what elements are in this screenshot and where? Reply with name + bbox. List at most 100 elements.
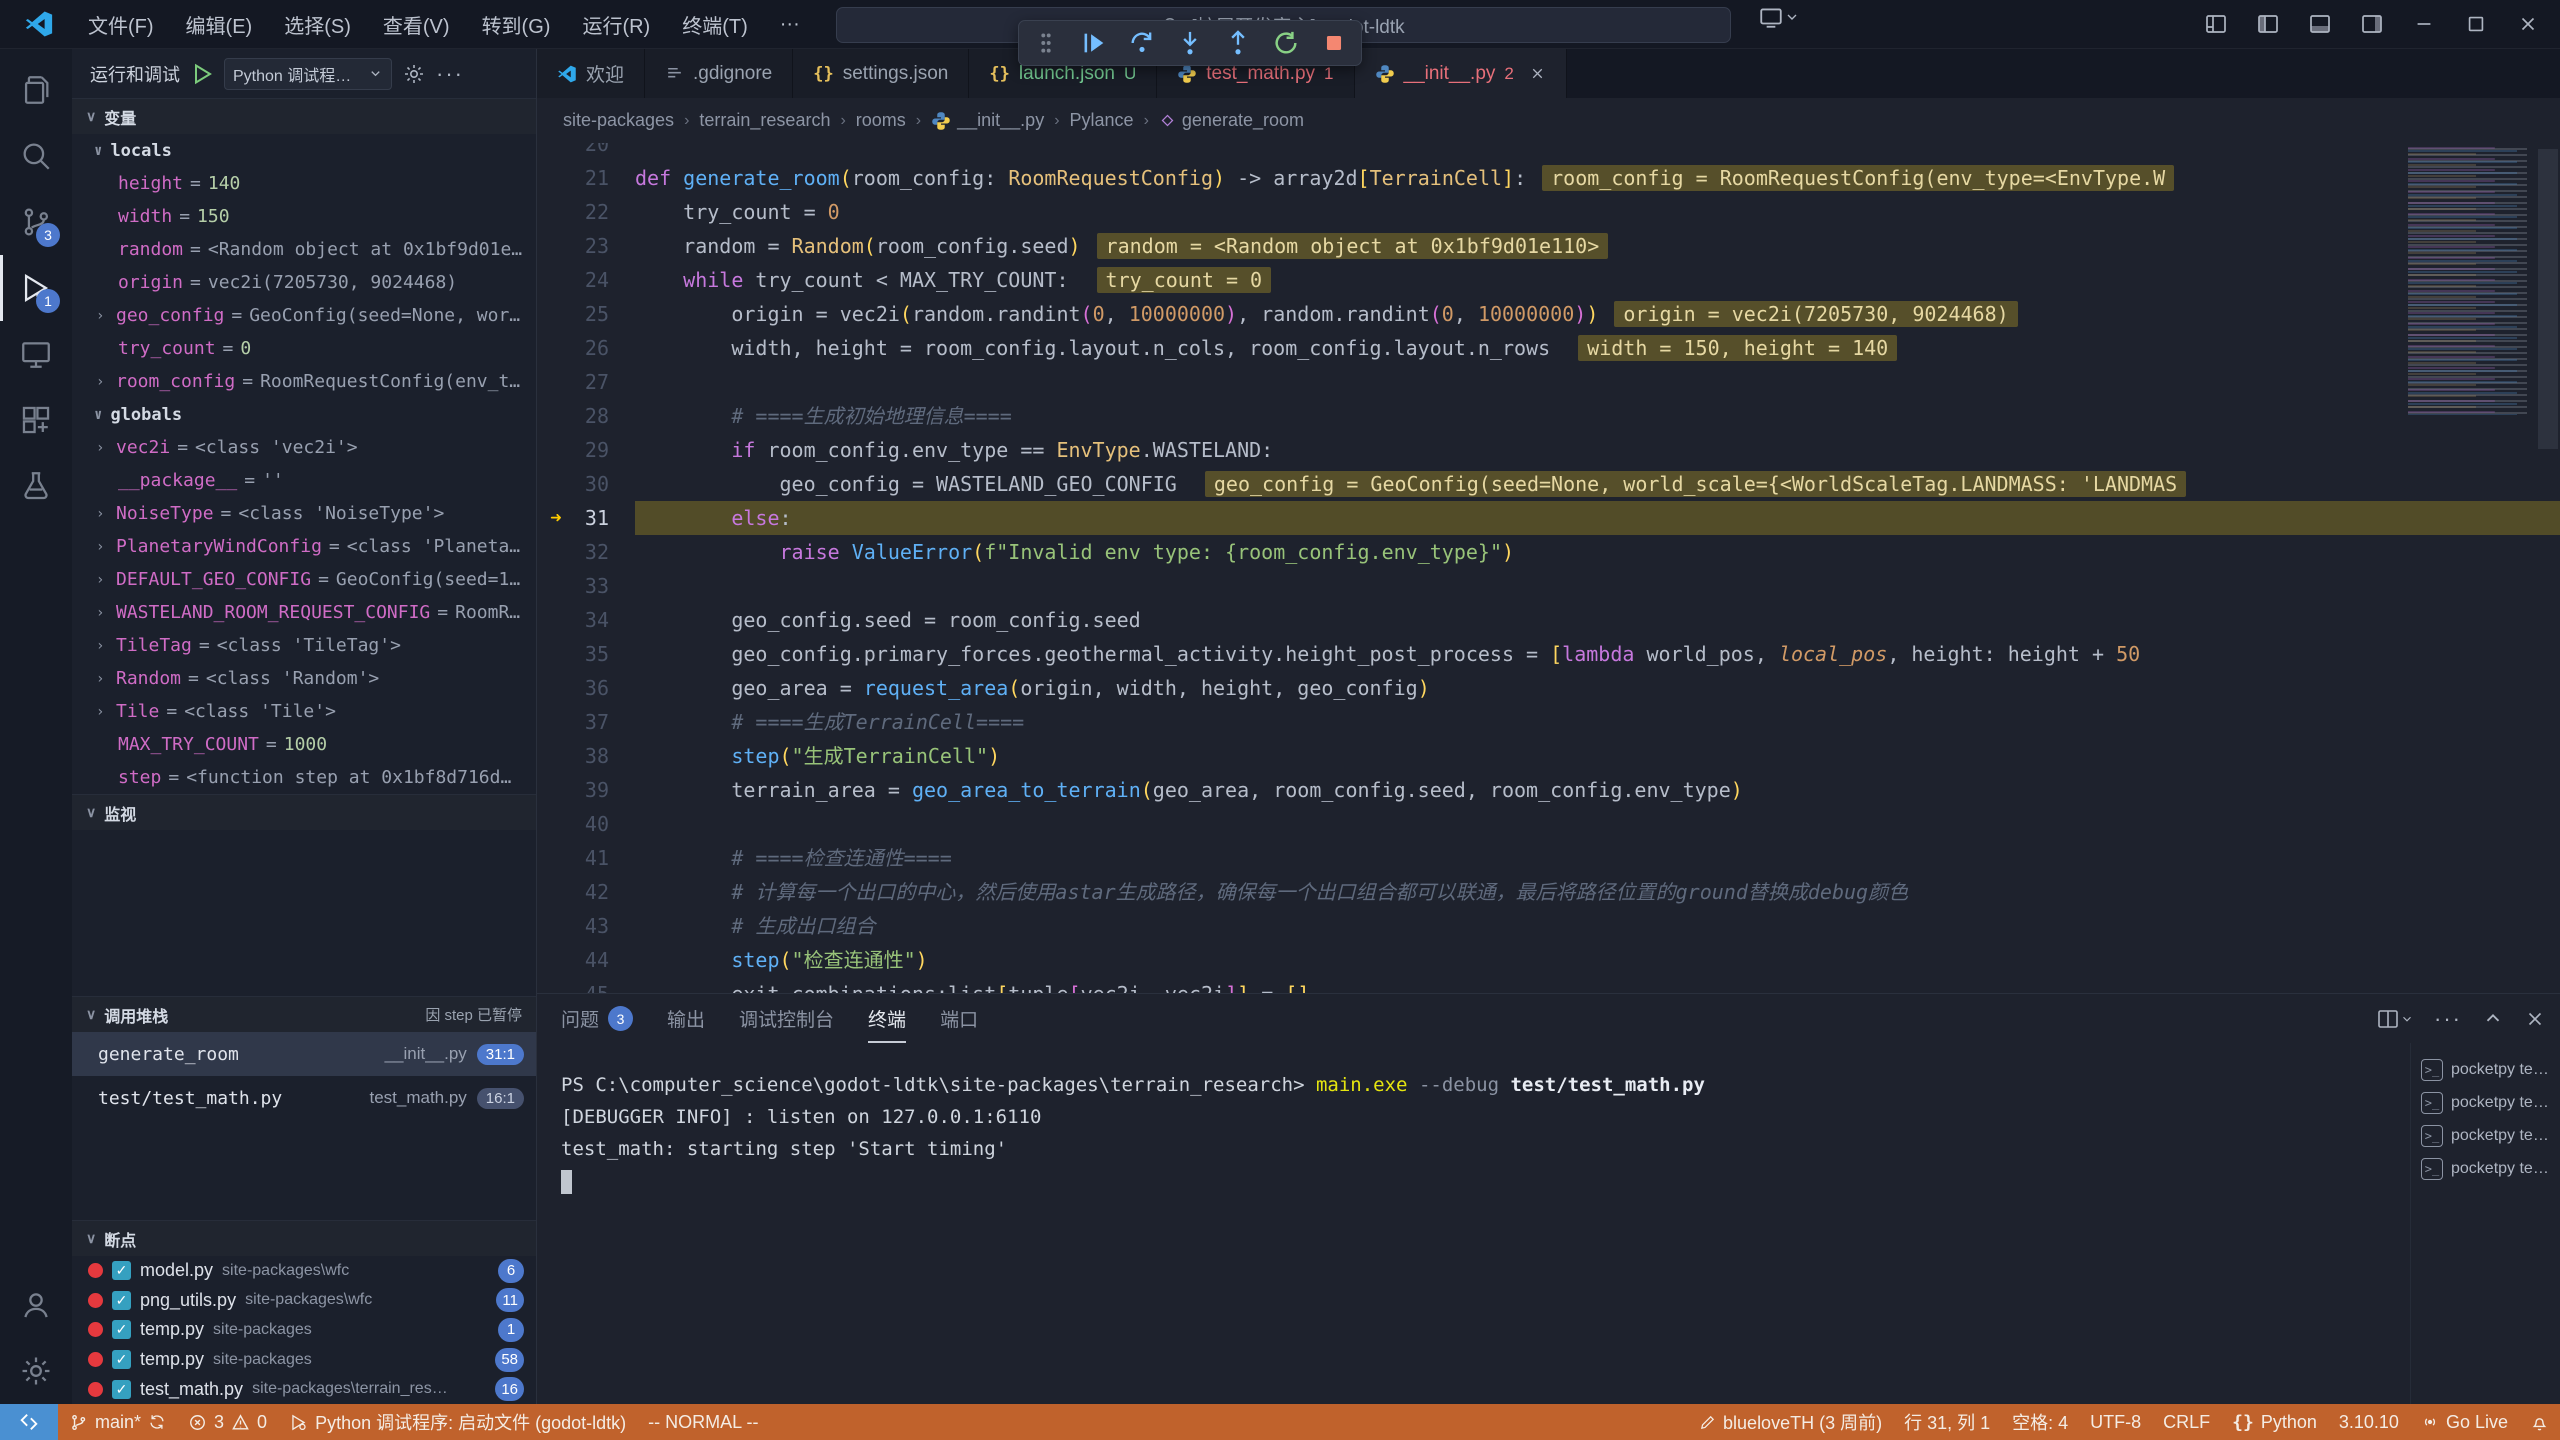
breakpoint-row[interactable]: ✓model.pysite-packages\wfc6 xyxy=(72,1256,536,1286)
variable-row[interactable]: __package__='' xyxy=(72,464,536,497)
debug-settings-gear-icon[interactable] xyxy=(402,62,426,86)
code-line[interactable]: 28 # ====生成初始地理信息==== xyxy=(537,399,2560,433)
panel-maximize-icon[interactable] xyxy=(2482,1008,2504,1030)
panel-close-icon[interactable] xyxy=(2524,1008,2546,1030)
code-line[interactable]: 32 raise ValueError(f"Invalid env type: … xyxy=(537,535,2560,569)
variable-row[interactable]: ›NoiseType=<class 'NoiseType'> xyxy=(72,497,536,530)
menu-item[interactable]: ··· xyxy=(766,7,814,42)
debug-step-into-button[interactable] xyxy=(1173,26,1207,60)
stack-frame[interactable]: test/test_math.pytest_math.py16:1 xyxy=(72,1076,536,1120)
gitlens-author[interactable]: blueloveTH (3 周前) xyxy=(1688,1404,1893,1440)
scrollbar-thumb[interactable] xyxy=(2538,149,2558,449)
go-live-button[interactable]: Go Live xyxy=(2410,1404,2519,1440)
python-version[interactable]: 3.10.10 xyxy=(2328,1404,2410,1440)
tab-settings-json[interactable]: {}settings.json xyxy=(793,49,969,98)
variable-row[interactable]: ›WASTELAND_ROOM_REQUEST_CONFIG=RoomR… xyxy=(72,596,536,629)
activitybar-remote-explorer[interactable] xyxy=(0,321,72,387)
variable-row[interactable]: ›Tile=<class 'Tile'> xyxy=(72,695,536,728)
terminal-output[interactable]: PS C:\computer_science\godot-ldtk\site-p… xyxy=(537,1043,2410,1404)
variable-row[interactable]: ›DEFAULT_GEO_CONFIG=GeoConfig(seed=1… xyxy=(72,563,536,596)
activitybar-testing[interactable] xyxy=(0,453,72,519)
menu-item[interactable]: 运行(R) xyxy=(568,4,664,45)
activitybar-source-control[interactable]: 3 xyxy=(0,189,72,255)
breadcrumb-item[interactable]: generate_room xyxy=(1159,110,1304,131)
debug-status[interactable]: Python 调试程序: 启动文件 (godot-ldtk) xyxy=(278,1404,637,1440)
tab---[interactable]: 欢迎 xyxy=(537,49,645,98)
breadcrumb-item[interactable]: terrain_research xyxy=(699,110,830,131)
tab---init---py[interactable]: __init__.py2 xyxy=(1355,49,1567,98)
code-line[interactable]: ➜31 else: xyxy=(537,501,2560,535)
code-line[interactable]: 41 # ====检查连通性==== xyxy=(537,841,2560,875)
code-line[interactable]: 20 xyxy=(537,143,2560,161)
indentation-status[interactable]: 空格: 4 xyxy=(2001,1404,2079,1440)
terminal-split-button[interactable] xyxy=(2376,1007,2414,1031)
screencast-button[interactable] xyxy=(1758,4,1800,30)
activitybar-explorer[interactable] xyxy=(0,57,72,123)
activitybar-extensions[interactable] xyxy=(0,387,72,453)
panel-tab-问题[interactable]: 问题3 xyxy=(561,994,633,1043)
code-line[interactable]: 42 # 计算每一个出口的中心，然后使用astar生成路径，确保每一个出口组合都… xyxy=(537,875,2560,909)
code-line[interactable]: 35 geo_config.primary_forces.geothermal_… xyxy=(537,637,2560,671)
variable-row[interactable]: step=<function step at 0x1bf8d716d… xyxy=(72,761,536,794)
encoding-status[interactable]: UTF-8 xyxy=(2079,1404,2152,1440)
variables-scope-locals[interactable]: ∨locals xyxy=(72,134,536,167)
breadcrumb-item[interactable]: rooms xyxy=(856,110,906,131)
breakpoint-checkbox[interactable]: ✓ xyxy=(112,1291,131,1310)
variable-row[interactable]: height=140 xyxy=(72,167,536,200)
terminal-profile-item[interactable]: >_pocketpy te… xyxy=(2411,1086,2560,1119)
menu-item[interactable]: 转到(G) xyxy=(468,4,565,45)
panel-tab-终端[interactable]: 终端 xyxy=(868,994,906,1043)
toggle-panel-icon[interactable] xyxy=(2298,4,2342,44)
tab-close-icon[interactable] xyxy=(1529,65,1546,82)
panel-tab-调试控制台[interactable]: 调试控制台 xyxy=(739,994,834,1043)
toggle-secondary-sidebar-icon[interactable] xyxy=(2350,4,2394,44)
vim-mode-indicator[interactable]: -- NORMAL -- xyxy=(637,1404,769,1440)
remote-indicator[interactable] xyxy=(0,1404,58,1440)
editor-scrollbar[interactable] xyxy=(2534,143,2560,993)
activitybar-settings[interactable] xyxy=(0,1338,72,1404)
variable-row[interactable]: origin=vec2i(7205730, 9024468) xyxy=(72,266,536,299)
code-line[interactable]: 37 # ====生成TerrainCell==== xyxy=(537,705,2560,739)
customize-layout-icon[interactable] xyxy=(2194,4,2238,44)
toolbar-drag-grip[interactable] xyxy=(1029,26,1063,60)
variable-row[interactable]: ›TileTag=<class 'TileTag'> xyxy=(72,629,536,662)
problems-status[interactable]: 3 0 xyxy=(177,1404,278,1440)
breakpoints-section-header[interactable]: ∨ 断点 xyxy=(72,1220,536,1256)
code-line[interactable]: 29 if room_config.env_type == EnvType.WA… xyxy=(537,433,2560,467)
breakpoint-checkbox[interactable]: ✓ xyxy=(112,1261,131,1280)
code-line[interactable]: 21def generate_room(room_config: RoomReq… xyxy=(537,161,2560,195)
breakpoint-row[interactable]: ✓temp.pysite-packages58 xyxy=(72,1345,536,1375)
variables-scope-globals[interactable]: ∨globals xyxy=(72,398,536,431)
debug-restart-button[interactable] xyxy=(1269,26,1303,60)
code-line[interactable]: 43 # 生成出口组合 xyxy=(537,909,2560,943)
breadcrumb[interactable]: site-packages›terrain_research›rooms›__i… xyxy=(537,98,2560,143)
start-debug-icon[interactable] xyxy=(190,62,214,86)
code-line[interactable]: 30 geo_config = WASTELAND_GEO_CONFIG geo… xyxy=(537,467,2560,501)
variable-row[interactable]: width=150 xyxy=(72,200,536,233)
breakpoint-row[interactable]: ✓temp.pysite-packages1 xyxy=(72,1315,536,1345)
window-minimize-icon[interactable] xyxy=(2402,4,2446,44)
activitybar-accounts[interactable] xyxy=(0,1272,72,1338)
tab--gdignore[interactable]: .gdignore xyxy=(645,49,793,98)
breakpoint-row[interactable]: ✓png_utils.pysite-packages\wfc11 xyxy=(72,1286,536,1316)
breakpoint-checkbox[interactable]: ✓ xyxy=(112,1380,131,1399)
variable-row[interactable]: try_count=0 xyxy=(72,332,536,365)
code-editor[interactable]: 2021def generate_room(room_config: RoomR… xyxy=(537,143,2560,993)
panel-tab-端口[interactable]: 端口 xyxy=(940,994,978,1043)
variable-row[interactable]: ›Random=<class 'Random'> xyxy=(72,662,536,695)
code-line[interactable]: 26 width, height = room_config.layout.n_… xyxy=(537,331,2560,365)
debug-config-dropdown[interactable]: Python 调试程序: 启… xyxy=(224,58,392,90)
panel-more-actions-icon[interactable]: ··· xyxy=(2434,1006,2462,1032)
code-line[interactable]: 25 origin = vec2i(random.randint(0, 1000… xyxy=(537,297,2560,331)
menu-item[interactable]: 终端(T) xyxy=(668,4,762,45)
code-line[interactable]: 33 xyxy=(537,569,2560,603)
git-branch-status[interactable]: main* xyxy=(58,1404,177,1440)
activitybar-search[interactable] xyxy=(0,123,72,189)
code-line[interactable]: 27 xyxy=(537,365,2560,399)
callstack-section-header[interactable]: ∨ 调用堆栈 因 step 已暂停 xyxy=(72,996,536,1032)
code-line[interactable]: 39 terrain_area = geo_area_to_terrain(ge… xyxy=(537,773,2560,807)
variable-row[interactable]: ›vec2i=<class 'vec2i'> xyxy=(72,431,536,464)
code-line[interactable]: 22 try_count = 0 xyxy=(537,195,2560,229)
breakpoint-row[interactable]: ✓test_math.pysite-packages\terrain_res…1… xyxy=(72,1374,536,1404)
code-line[interactable]: 45 exit_combinations:list[tuple[vec2i, v… xyxy=(537,977,2560,993)
